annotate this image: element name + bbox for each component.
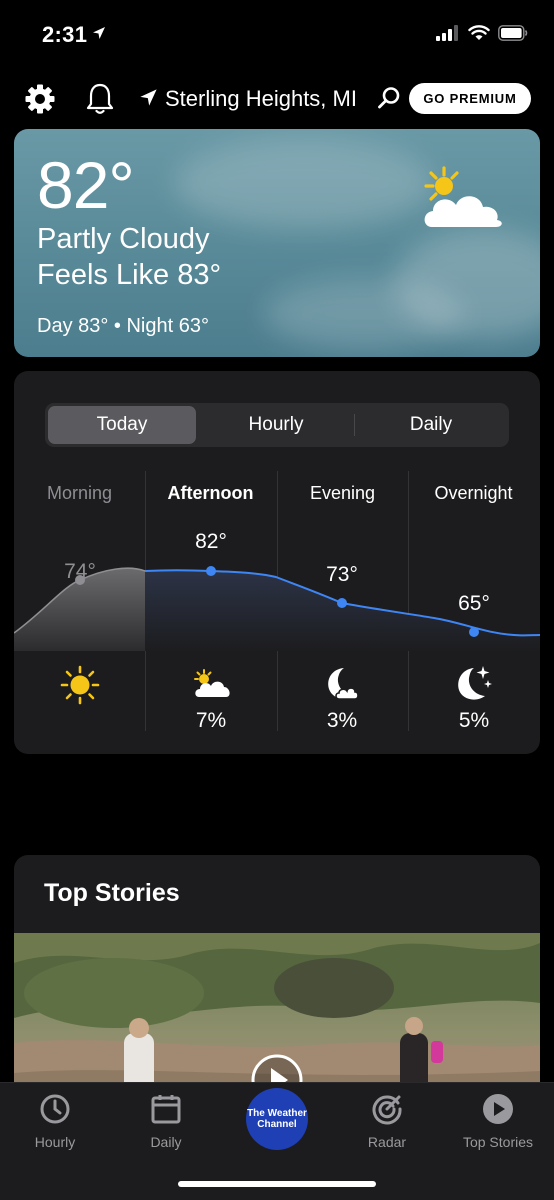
afternoon-temp: 82° — [195, 530, 227, 553]
current-condition: Partly Cloudy — [37, 223, 210, 255]
period-label-afternoon: Afternoon — [167, 483, 254, 503]
sky-cloud-texture — [264, 279, 464, 349]
tab-label: Daily — [150, 1134, 182, 1150]
period-label-evening: Evening — [309, 483, 376, 503]
feels-like: Feels Like 83° — [37, 259, 222, 291]
clock-icon — [39, 1094, 71, 1128]
tab-daily-nav[interactable]: Daily — [111, 1093, 221, 1150]
status-bar: 2:31 — [0, 0, 554, 70]
search-icon[interactable] — [377, 86, 401, 115]
tab-daily[interactable]: Daily — [356, 406, 506, 444]
status-time: 2:31 — [42, 22, 88, 47]
cellular-signal-icon — [436, 25, 460, 46]
partly-cloudy-icon — [192, 669, 232, 704]
evening-temp-point — [337, 598, 347, 608]
morning-temp: 74° — [64, 560, 96, 583]
moon-stars-icon — [454, 663, 494, 708]
period-label-overnight: Overnight — [434, 483, 513, 503]
tab-top-stories-nav[interactable]: Top Stories — [443, 1093, 553, 1150]
tab-hourly[interactable]: Hourly — [200, 406, 352, 444]
status-indicators — [436, 25, 528, 46]
segment-divider — [354, 414, 355, 436]
sky-cloud-texture — [174, 139, 434, 229]
tab-radar-nav[interactable]: Radar — [332, 1093, 442, 1150]
overnight-temp-point — [469, 627, 479, 637]
calendar-icon — [150, 1095, 182, 1128]
bell-icon[interactable] — [85, 82, 115, 121]
radar-icon — [371, 1095, 403, 1128]
tab-label: Radar — [367, 1134, 407, 1150]
wifi-icon — [468, 25, 490, 46]
forecast-segmented-control: Today Hourly Daily — [45, 403, 509, 447]
day-night-temps: Day 83° • Night 63° — [37, 315, 209, 337]
play-icon — [482, 1094, 514, 1128]
location-services-icon — [92, 26, 106, 45]
weather-channel-logo-button[interactable]: The Weather Channel — [246, 1088, 308, 1150]
location-arrow-icon — [139, 88, 158, 112]
battery-icon — [498, 25, 528, 46]
current-conditions-card[interactable]: 82° Partly Cloudy Feels Like 83° Day 83°… — [14, 129, 540, 357]
tab-label: Top Stories — [462, 1134, 534, 1150]
location-name[interactable]: Sterling Heights, MI — [165, 86, 357, 112]
tab-label: Hourly — [34, 1134, 76, 1150]
period-label-morning: Morning — [46, 483, 113, 503]
top-stories-card: Top Stories — [14, 855, 540, 1115]
partly-cloudy-icon — [418, 165, 508, 236]
evening-temp: 73° — [326, 563, 358, 586]
moon-cloud-icon — [324, 665, 360, 708]
app-header: Sterling Heights, MI GO PREMIUM — [0, 78, 554, 120]
gear-icon[interactable] — [24, 83, 56, 120]
go-premium-button[interactable]: GO PREMIUM — [409, 83, 531, 114]
top-stories-title: Top Stories — [44, 879, 180, 907]
sun-icon — [60, 665, 100, 710]
today-forecast-card: Today Hourly Daily Morning Afternoon Eve… — [14, 371, 540, 754]
overnight-precip: 5% — [458, 709, 490, 732]
overnight-temp: 65° — [458, 592, 490, 615]
current-temperature: 82° — [37, 148, 135, 222]
evening-precip: 3% — [326, 709, 358, 732]
tab-today[interactable]: Today — [48, 406, 196, 444]
tab-hourly-nav[interactable]: Hourly — [0, 1093, 110, 1150]
afternoon-precip: 7% — [195, 709, 227, 732]
home-indicator[interactable] — [178, 1181, 376, 1187]
afternoon-temp-point — [206, 566, 216, 576]
